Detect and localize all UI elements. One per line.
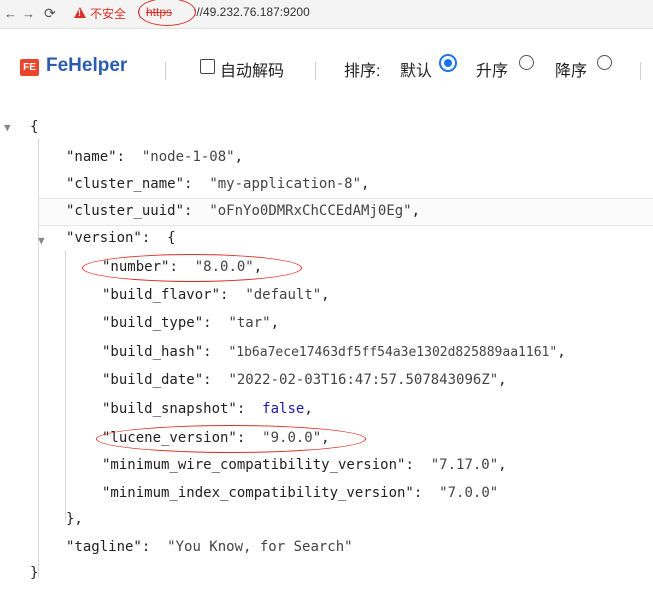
brand-name: FeHelper	[46, 55, 128, 76]
json-value: "node-1-08"	[141, 149, 235, 165]
json-value: "2022-02-03T16:47:57.507843096Z"	[228, 372, 499, 388]
sort-desc-radio[interactable]	[597, 55, 612, 70]
json-row-version: "version": {	[66, 230, 176, 246]
auto-decode-checkbox[interactable]	[200, 59, 215, 74]
json-key: "build_type"	[102, 315, 204, 331]
json-value: "1b6a7ece17463df5ff54a3e1302d825889aa116…	[228, 345, 558, 360]
json-value: "7.17.0"	[430, 457, 499, 473]
back-icon[interactable]: ←	[4, 6, 17, 22]
indent-guide	[65, 250, 66, 522]
sort-default-label[interactable]: 默认	[400, 57, 432, 81]
json-row-name: "name": "node-1-08",	[66, 149, 244, 165]
json-value: "oFnYo0DMRxChCCEdAMj0Eg"	[209, 203, 412, 219]
json-key: "version"	[66, 230, 142, 246]
forward-icon[interactable]: →	[22, 6, 35, 22]
reload-icon[interactable]: ⟳	[44, 5, 56, 21]
json-row-build-flavor: "build_flavor": "default",	[102, 287, 330, 303]
json-value: "tar"	[228, 315, 271, 331]
divider	[165, 62, 166, 80]
insecure-label[interactable]: 不安全	[90, 5, 126, 22]
json-viewer: ▼ { "name": "node-1-08", "cluster_name":…	[0, 110, 653, 590]
annotation-oval-lucene-version	[96, 425, 366, 453]
root-close-brace: }	[30, 565, 39, 581]
json-row-min-index: "minimum_index_compatibility_version": "…	[102, 485, 499, 501]
divider	[315, 62, 316, 80]
json-value: "You Know, for Search"	[167, 539, 353, 555]
json-key: "tagline"	[66, 539, 142, 555]
address-bar: ← → ⟳ ! 不安全 | https ://49.232.76.187:920…	[0, 0, 653, 29]
json-key: "build_flavor"	[102, 287, 221, 303]
sort-asc-label[interactable]: 升序	[476, 57, 508, 81]
json-value: "default"	[245, 287, 322, 303]
json-key: "name"	[66, 149, 117, 165]
divider	[640, 62, 641, 80]
collapse-version-icon[interactable]: ▼	[38, 234, 45, 247]
json-row-cluster-uuid: "cluster_uuid": "oFnYo0DMRxChCCEdAMj0Eg"…	[66, 203, 421, 219]
fehelper-toolbar: FE FeHelper 自动解码 排序: 默认 升序 降序	[0, 40, 653, 92]
json-row-build-hash: "build_hash": "1b6a7ece17463df5ff54a3e13…	[102, 344, 566, 360]
json-row-build-date: "build_date": "2022-02-03T16:47:57.50784…	[102, 372, 507, 388]
annotation-circle-scheme	[138, 0, 196, 26]
json-row-tagline: "tagline": "You Know, for Search"	[66, 539, 353, 555]
json-key: "build_hash"	[102, 344, 204, 360]
sort-default-radio[interactable]	[439, 54, 457, 72]
json-key: "minimum_wire_compatibility_version"	[102, 457, 406, 473]
json-row-build-type: "build_type": "tar",	[102, 315, 280, 331]
url-host[interactable]: ://49.232.76.187:9200	[193, 5, 310, 19]
indent-guide	[38, 138, 39, 578]
json-row-min-wire: "minimum_wire_compatibility_version": "7…	[102, 457, 507, 473]
sort-label: 排序:	[344, 63, 381, 80]
json-value: "my-application-8"	[209, 176, 362, 192]
version-close-brace: },	[66, 511, 83, 527]
json-value: false	[262, 401, 305, 417]
json-value: "7.0.0"	[439, 485, 499, 501]
sort-asc-radio[interactable]	[519, 55, 534, 70]
collapse-root-icon[interactable]: ▼	[4, 121, 11, 134]
sort-desc-label[interactable]: 降序	[555, 57, 587, 81]
json-key: "build_snapshot"	[102, 401, 237, 417]
fehelper-logo-icon: FE	[20, 59, 39, 76]
json-row-cluster-name: "cluster_name": "my-application-8",	[66, 176, 370, 192]
json-key: "cluster_name"	[66, 176, 185, 192]
json-key: "build_date"	[102, 372, 204, 388]
json-key: "minimum_index_compatibility_version"	[102, 485, 414, 501]
annotation-oval-number	[82, 254, 302, 282]
json-row-build-snapshot: "build_snapshot": false,	[102, 401, 313, 417]
auto-decode-label[interactable]: 自动解码	[220, 57, 284, 81]
json-key: "cluster_uuid"	[66, 203, 185, 219]
root-open-brace: {	[30, 119, 39, 135]
